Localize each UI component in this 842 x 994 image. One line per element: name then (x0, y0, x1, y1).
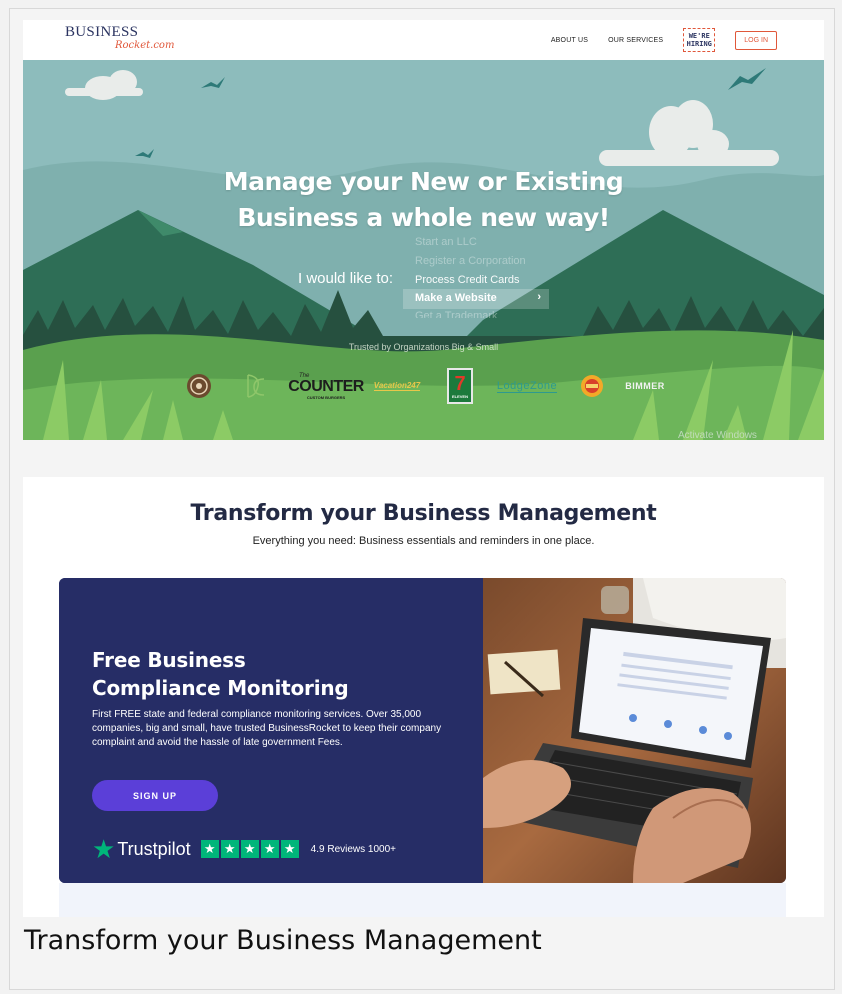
compliance-card-title: Free Business Compliance Monitoring (92, 646, 349, 702)
windows-watermark: Activate Windows (678, 430, 757, 440)
brand-logo-lodgezone: LodgeZone (493, 368, 561, 404)
trustpilot-wordmark: Trustpilot (117, 838, 191, 859)
website-top: BUSINESS Rocket.com ABOUT US OUR SERVICE… (23, 20, 824, 440)
brand-7-word: ELEVEN (451, 393, 468, 399)
rating-star-icon: ★ (200, 840, 219, 858)
service-option[interactable]: Process Credit Cards (415, 274, 520, 286)
selected-option-label: Make a Website (415, 292, 497, 304)
site-header: BUSINESS Rocket.com ABOUT US OUR SERVICE… (23, 20, 824, 60)
brand-lodgezone-name: LodgeZone (496, 379, 558, 393)
trustpilot-rating[interactable]: ★ Trustpilot ★ ★ ★ ★ ★ 4.9 Reviews 1000+ (92, 836, 396, 862)
hero-title-line1: Manage your New or Existing (223, 167, 624, 196)
trusted-by-text: Trusted by Organizations Big & Small (348, 342, 499, 352)
brand-7-numeral: 7 (454, 372, 466, 395)
hero-title-line2: Business a whole new way! (237, 203, 610, 232)
section-title: Transform your Business Management (190, 501, 657, 526)
brand-logo-7eleven: 7 ELEVEN (447, 368, 473, 404)
brand-counter-tag: CUSTOM BURGERS (306, 394, 346, 400)
hiring-badge-line1: WE'RE (688, 32, 710, 40)
service-option-selected[interactable]: Make a Website › (403, 289, 549, 309)
brand-logo-burger (579, 368, 605, 404)
rating-star-icon: ★ (260, 840, 279, 858)
trustpilot-star-icon: ★ (92, 834, 116, 864)
service-picker-label: I would like to: (298, 270, 394, 287)
rating-star-icon: ★ (220, 840, 239, 858)
brand-bimmer-name: BIMMER (625, 381, 665, 391)
rating-star-icon: ★ (240, 840, 259, 858)
main-nav: ABOUT US OUR SERVICES WE'RE HIRING LOG I… (531, 20, 777, 60)
logo-domain: Rocket.com (115, 40, 175, 51)
chevron-right-icon: › (537, 291, 541, 303)
next-card-preview (59, 883, 786, 917)
hiring-badge-line2: HIRING (686, 40, 712, 48)
login-button[interactable]: LOG IN (735, 30, 777, 50)
brand-logo-coffee (185, 368, 213, 404)
brand-vacation-name: Vacation247 (373, 381, 421, 391)
nav-our-services[interactable]: OUR SERVICES (608, 37, 663, 44)
card-title-line2: Compliance Monitoring (92, 676, 349, 700)
card-title-line1: Free Business (92, 648, 246, 672)
trustpilot-reviews: 4.9 Reviews 1000+ (310, 843, 397, 855)
nav-about-us[interactable]: ABOUT US (551, 37, 588, 44)
section-subtitle: Everything you need: Business essentials… (252, 535, 595, 547)
service-option[interactable]: Register a Corporation (415, 255, 526, 267)
hero-banner: Manage your New or Existing Business a w… (23, 60, 824, 440)
hiring-badge[interactable]: WE'RE HIRING (683, 28, 716, 52)
brand-logo-counter: The COUNTER CUSTOM BURGERS (288, 368, 364, 404)
features-section: Transform your Business Management Every… (23, 477, 824, 917)
brand-logo-bimmer: BIMMER (623, 368, 667, 404)
brand-counter-name: COUNTER (288, 377, 364, 395)
logo[interactable]: BUSINESS Rocket.com (65, 24, 175, 52)
page-caption: Transform your Business Management (24, 925, 542, 956)
rating-star-icon: ★ (280, 840, 299, 858)
logo-wordmark: BUSINESS (65, 24, 139, 40)
brand-logo-vacation: Vacation247 (369, 368, 425, 404)
service-option[interactable]: Start an LLC (415, 236, 477, 248)
hero-title: Manage your New or Existing Business a w… (23, 164, 824, 236)
service-option[interactable]: Get a Trademark (415, 310, 498, 318)
brand-logo-dc (241, 368, 269, 404)
compliance-card: Free Business Compliance Monitoring Firs… (59, 578, 786, 883)
trustpilot-stars: ★ ★ ★ ★ ★ (200, 840, 301, 858)
laptop-photo (483, 578, 786, 883)
sign-up-button[interactable]: SIGN UP (92, 780, 218, 811)
compliance-card-content: Free Business Compliance Monitoring Firs… (59, 578, 483, 883)
compliance-card-description: First FREE state and federal compliance … (92, 709, 442, 748)
